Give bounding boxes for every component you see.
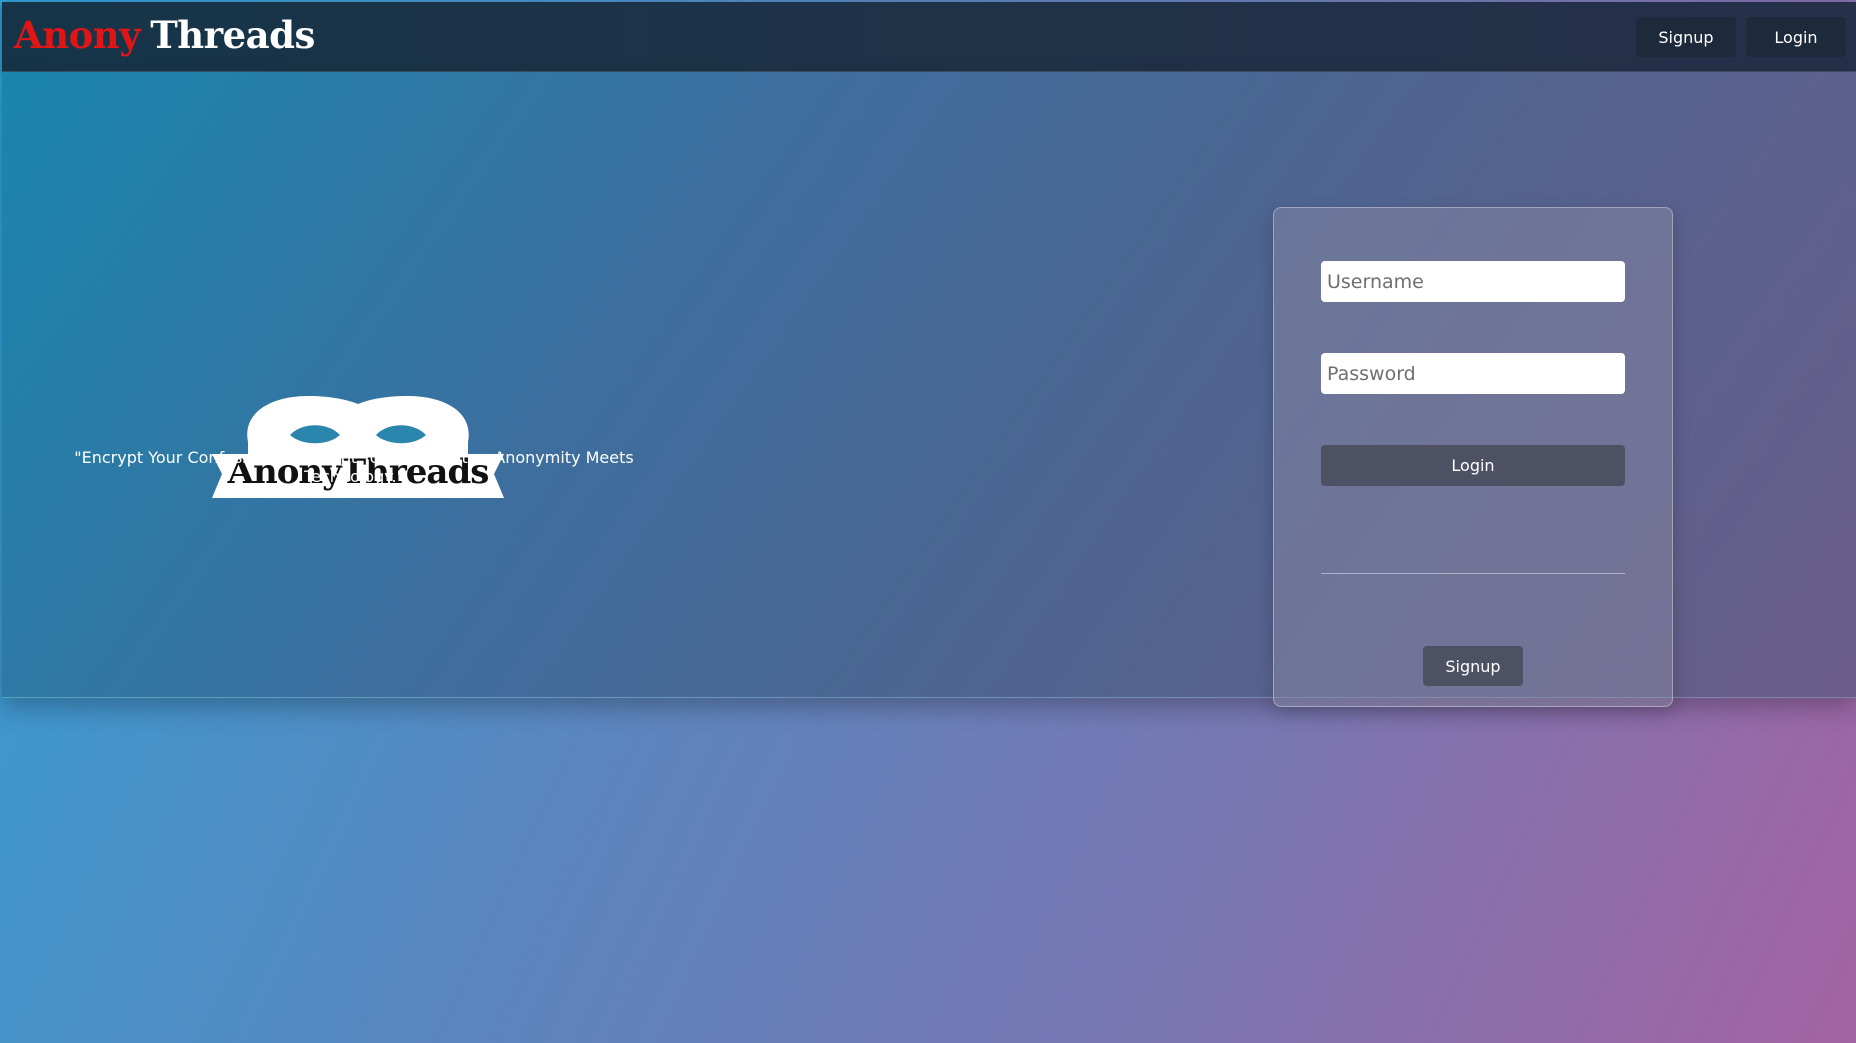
signup-button[interactable]: Signup — [1423, 646, 1523, 686]
tagline: "Encrypt Your Confessions, Decrypt Your … — [74, 448, 634, 486]
login-card: Login Signup — [1273, 207, 1673, 707]
brand-logo[interactable]: Anony Threads — [14, 10, 315, 60]
nav-login-button[interactable]: Login — [1746, 17, 1846, 57]
form-divider — [1321, 573, 1625, 574]
login-submit-button[interactable]: Login — [1321, 445, 1625, 486]
nav-signup-button[interactable]: Signup — [1636, 17, 1736, 57]
username-input[interactable] — [1321, 261, 1625, 302]
top-navbar: Anony Threads Signup Login — [2, 2, 1856, 72]
brand-part-anony: Anony — [14, 13, 141, 57]
brand-part-threads: Threads — [150, 13, 315, 57]
password-input[interactable] — [1321, 353, 1625, 394]
hero-section: AnonyThreads "Encrypt Your Confessions, … — [2, 72, 1856, 707]
